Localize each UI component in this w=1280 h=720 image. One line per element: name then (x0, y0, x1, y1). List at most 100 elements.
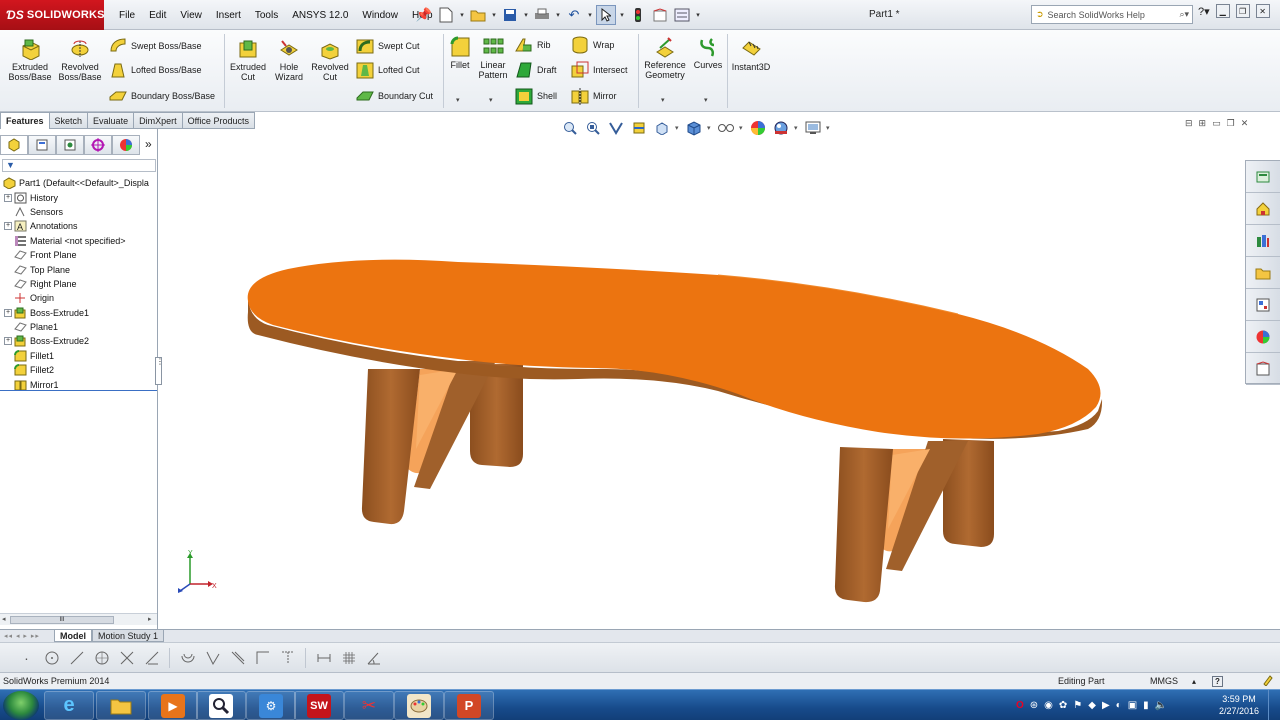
appearances-icon[interactable] (1246, 321, 1280, 353)
tab-evaluate[interactable]: Evaluate (88, 112, 135, 129)
extend-icon[interactable] (141, 647, 162, 668)
tile-horizontal-icon[interactable]: ⊟ (1185, 118, 1193, 129)
opera-icon[interactable]: O (1016, 700, 1024, 711)
corner-rectangle-icon[interactable] (252, 647, 273, 668)
display-style-dropdown-icon[interactable]: ▾ (707, 124, 713, 132)
pattern-dropdown-icon[interactable]: ▾ (489, 96, 493, 104)
reference-geometry-button[interactable]: Reference Geometry (642, 36, 688, 80)
tray-icon[interactable]: ✿ (1059, 700, 1067, 711)
panel-collapse-handle[interactable]: ⋮ (155, 357, 164, 385)
taskbar-paint[interactable] (394, 691, 444, 720)
file-properties-icon[interactable] (650, 5, 670, 25)
feature-tree-item[interactable]: + Boss-Extrude2 (0, 334, 158, 348)
expand-icon[interactable]: + (4, 193, 12, 202)
point-icon[interactable]: · (16, 647, 37, 668)
feature-tree-item[interactable]: Front Plane (0, 248, 158, 262)
feature-tree-item[interactable]: + Boss-Extrude1 (0, 306, 158, 320)
save-dropdown-icon[interactable]: ▾ (522, 11, 530, 19)
feature-tree-item[interactable]: Origin (0, 291, 158, 305)
taskbar-internet-explorer[interactable]: e (44, 691, 94, 720)
rib-button[interactable]: Rib (514, 35, 551, 55)
show-desktop-button[interactable] (1268, 690, 1280, 720)
tray-icon[interactable]: ◉ (1044, 700, 1053, 711)
new-document-icon[interactable] (436, 5, 456, 25)
feature-tree-item[interactable]: Right Plane (0, 277, 158, 291)
configuration-manager-tab-icon[interactable] (56, 135, 84, 155)
hole-wizard-button[interactable]: Hole Wizard (270, 38, 308, 82)
feature-tree-filter-input[interactable]: ▼ (2, 159, 156, 172)
units-dropdown-icon[interactable]: ▴ (1192, 677, 1196, 686)
line-icon[interactable] (66, 647, 87, 668)
swept-boss-button[interactable]: Swept Boss/Base (108, 36, 202, 56)
view-settings-icon[interactable] (803, 118, 823, 138)
network-icon[interactable]: ▮ (1143, 700, 1149, 711)
display-manager-tab-icon[interactable] (112, 135, 140, 155)
apply-scene-icon[interactable] (771, 118, 791, 138)
view-orientation-dropdown-icon[interactable]: ▾ (675, 124, 681, 132)
file-explorer-icon[interactable] (1246, 257, 1280, 289)
open-dropdown-icon[interactable]: ▾ (490, 11, 498, 19)
apply-scene-dropdown-icon[interactable]: ▾ (794, 124, 800, 132)
options-dropdown-icon[interactable]: ▾ (694, 11, 702, 19)
fillet-button[interactable]: Fillet (447, 36, 473, 70)
feature-tree-item[interactable]: Material <not specified> (0, 234, 158, 248)
solidworks-resources-icon[interactable] (1246, 161, 1280, 193)
select-dropdown-icon[interactable]: ▾ (618, 11, 626, 19)
trim-icon[interactable] (116, 647, 137, 668)
feature-tree-item[interactable]: + History (0, 190, 158, 204)
expand-icon[interactable]: + (4, 308, 12, 317)
swept-cut-button[interactable]: Swept Cut (355, 36, 420, 56)
expand-icon[interactable]: + (4, 222, 12, 231)
scrollbar-thumb[interactable]: III (10, 616, 114, 624)
rollback-bar[interactable] (0, 390, 157, 391)
dimxpert-manager-tab-icon[interactable] (84, 135, 112, 155)
feature-tree-item[interactable]: Fillet1 (0, 349, 158, 363)
rebuild-icon[interactable] (628, 5, 648, 25)
print-icon[interactable] (532, 5, 552, 25)
tray-icon[interactable]: ◐ (1116, 700, 1122, 711)
wrap-button[interactable]: Wrap (570, 35, 614, 55)
taskbar-snipping-tool[interactable]: ✂ (344, 691, 394, 720)
feature-tree-horizontal-scrollbar[interactable]: ◂ III ▸ (0, 613, 157, 625)
tray-icon[interactable]: ▶ (1102, 700, 1110, 711)
boundary-cut-button[interactable]: Boundary Cut (355, 86, 433, 106)
display-style-icon[interactable] (684, 118, 704, 138)
custom-properties-icon[interactable] (1246, 353, 1280, 385)
save-icon[interactable] (500, 5, 520, 25)
expand-icon[interactable]: + (4, 337, 12, 346)
menu-view[interactable]: View (173, 10, 209, 21)
unit-system-text[interactable]: MMGS (1150, 676, 1178, 686)
shell-button[interactable]: Shell (514, 86, 557, 106)
tab-dimxpert[interactable]: DimXpert (134, 112, 183, 129)
volume-icon[interactable]: 🔈 (1155, 700, 1167, 711)
undo-icon[interactable]: ↶ (564, 5, 584, 25)
extruded-cut-button[interactable]: Extruded Cut (227, 38, 269, 82)
revolved-cut-button[interactable]: Revolved Cut (309, 38, 351, 82)
menu-edit[interactable]: Edit (142, 10, 173, 21)
extruded-boss-button[interactable]: Extruded Boss/Base (6, 38, 54, 82)
viewport-restore-icon[interactable]: ❐ (1227, 118, 1235, 129)
menu-ansys[interactable]: ANSYS 12.0 (285, 10, 355, 21)
pin-icon[interactable]: 📌 (414, 5, 434, 25)
zoom-to-fit-icon[interactable] (560, 118, 580, 138)
design-library-icon[interactable] (1246, 225, 1280, 257)
boundary-boss-button[interactable]: Boundary Boss/Base (108, 86, 215, 106)
feature-tree-tab-icon[interactable] (0, 135, 28, 155)
help-icon[interactable]: ?▾ (1198, 5, 1210, 18)
status-help-button[interactable]: ? (1212, 675, 1223, 687)
feature-tree-item[interactable]: Fillet2 (0, 363, 158, 377)
search-help-input[interactable]: ➲ Search SolidWorks Help ⌕▾ (1031, 5, 1193, 24)
new-dropdown-icon[interactable]: ▾ (458, 11, 466, 19)
menu-window[interactable]: Window (355, 10, 405, 21)
revolved-boss-button[interactable]: Revolved Boss/Base (56, 38, 104, 82)
linear-pattern-button[interactable]: Linear Pattern (476, 36, 510, 80)
taskbar-powerpoint[interactable]: P (444, 691, 494, 720)
solidworks-logo[interactable]: ƊS SOLIDWORKS (0, 0, 105, 30)
circle-icon[interactable] (91, 647, 112, 668)
instant3d-button[interactable]: Instant3D (728, 38, 774, 72)
home-icon[interactable] (1246, 193, 1280, 225)
menu-insert[interactable]: Insert (209, 10, 248, 21)
tab-model[interactable]: Model (54, 630, 92, 642)
tray-icon[interactable]: ◆ (1088, 700, 1096, 711)
taskbar-media-player[interactable]: ▶ (148, 691, 198, 720)
